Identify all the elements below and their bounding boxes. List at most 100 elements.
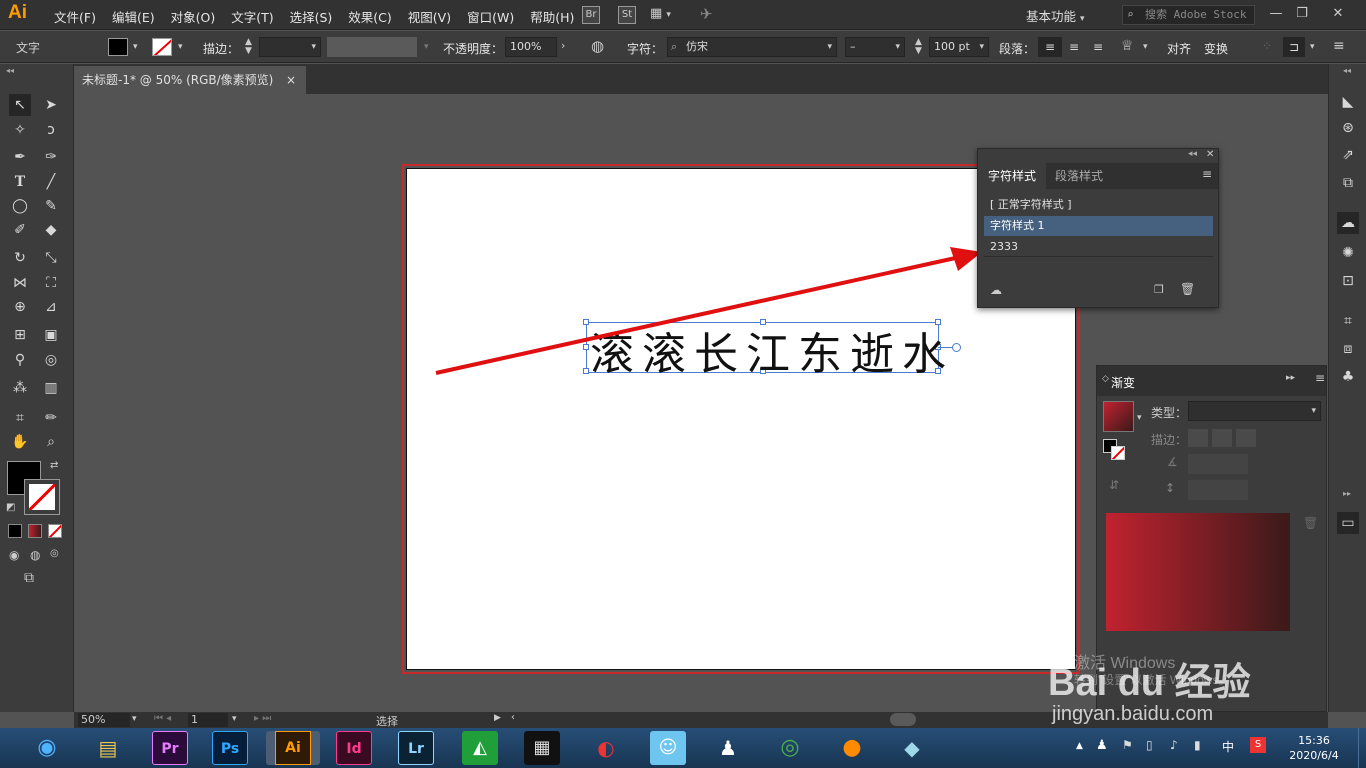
indesign-taskbar-icon[interactable]: Id bbox=[336, 731, 372, 765]
opacity-field[interactable]: 100% bbox=[505, 37, 557, 57]
fill-swatch[interactable] bbox=[108, 38, 128, 56]
pathfinder-panel-icon[interactable]: ⧈ bbox=[1337, 338, 1359, 360]
gradient-type-select[interactable]: ▾ bbox=[1188, 401, 1321, 421]
opacity-arrow-icon[interactable]: › bbox=[561, 39, 565, 52]
gradient-panel-menu-icon[interactable]: ≡ bbox=[1315, 371, 1325, 385]
brush-definition-field[interactable] bbox=[327, 37, 417, 57]
curvature-tool-icon[interactable]: ✑ bbox=[40, 146, 62, 168]
draw-behind-icon[interactable]: ◍ bbox=[30, 548, 40, 562]
zoom-dropdown-icon[interactable]: ▾ bbox=[132, 714, 137, 724]
start-button[interactable]: ◉ bbox=[24, 731, 70, 765]
bridge-button[interactable]: Br bbox=[582, 6, 600, 24]
angle-field[interactable] bbox=[1188, 454, 1248, 474]
color-mode-button[interactable] bbox=[8, 524, 22, 538]
gradient-preset-dropdown-icon[interactable]: ▾ bbox=[1137, 413, 1142, 423]
stroke-indicator[interactable] bbox=[1111, 446, 1125, 460]
panel-forward-icon[interactable]: ▸▸ bbox=[1286, 373, 1295, 383]
font-size-stepper[interactable]: ▲ ▼ bbox=[915, 38, 922, 56]
qq-icon[interactable]: ♟ bbox=[710, 731, 746, 765]
sogou-input-icon[interactable]: S bbox=[1250, 737, 1266, 753]
stroke-along-button[interactable] bbox=[1212, 429, 1232, 447]
align-panel-icon[interactable]: ⌗ bbox=[1337, 310, 1359, 332]
style-item-normal[interactable]: [ 正常字符样式 ] bbox=[984, 195, 1213, 215]
menu-type[interactable]: 文字(T) bbox=[223, 7, 281, 26]
shape-builder-tool-icon[interactable]: ⊕ bbox=[9, 296, 31, 318]
tray-flag-icon[interactable]: ⚑ bbox=[1122, 738, 1133, 752]
stroke-weight-field[interactable]: ▾ bbox=[259, 37, 321, 57]
shaper-tool-icon[interactable]: ✐ bbox=[9, 219, 31, 241]
stock-button[interactable]: St bbox=[618, 6, 636, 24]
menu-file[interactable]: 文件(F) bbox=[46, 7, 104, 26]
panel-menu-icon[interactable]: ≡ bbox=[1202, 167, 1212, 181]
new-style-icon[interactable]: ❐ bbox=[1154, 283, 1164, 296]
stroke-across-button[interactable] bbox=[1236, 429, 1256, 447]
tray-expand-icon[interactable]: ▲ bbox=[1076, 741, 1083, 751]
menu-select[interactable]: 选择(S) bbox=[282, 7, 341, 26]
photoshop-taskbar-icon[interactable]: Ps bbox=[212, 731, 248, 765]
brush-dropdown-icon[interactable]: ▾ bbox=[424, 42, 429, 52]
video-editor-icon[interactable]: ▦ bbox=[524, 731, 560, 765]
first-page-icon[interactable]: ⏮ ◂ bbox=[154, 713, 171, 724]
collapse-tools-icon[interactable]: ◂◂ bbox=[6, 66, 14, 75]
panel-options-icon[interactable]: ⊐ bbox=[1283, 37, 1305, 57]
menu-effect[interactable]: 效果(C) bbox=[340, 7, 399, 26]
stroke-swatch[interactable] bbox=[152, 38, 172, 56]
screen-mode-icon[interactable]: ⧉ bbox=[24, 570, 34, 586]
scale-tool-icon[interactable]: ⤡ bbox=[40, 247, 62, 269]
last-page-icon[interactable]: ▸ ⏭ bbox=[254, 713, 271, 724]
arrange-documents-icon[interactable]: ▦ ▾ bbox=[650, 6, 684, 24]
style-item-2333[interactable]: 2333 bbox=[984, 237, 1213, 257]
aspect-ratio-field[interactable] bbox=[1188, 480, 1248, 500]
magic-wand-tool-icon[interactable]: ✧ bbox=[9, 119, 31, 141]
artboards-panel-icon[interactable]: ⧉ bbox=[1337, 172, 1359, 194]
font-size-field[interactable]: 100 pt ▾ bbox=[929, 37, 989, 57]
show-desktop-button[interactable] bbox=[1358, 728, 1366, 768]
line-tool-icon[interactable]: ╱ bbox=[40, 171, 62, 193]
align-center-button[interactable]: ≡ bbox=[1064, 37, 1084, 57]
swap-colors-icon[interactable]: ⇄ bbox=[50, 460, 58, 471]
align-right-button[interactable]: ≡ bbox=[1088, 37, 1108, 57]
lasso-tool-icon[interactable]: ↄ bbox=[40, 119, 62, 141]
free-transform-tool-icon[interactable]: ⛶ bbox=[40, 272, 62, 294]
type-tool-icon[interactable]: T bbox=[9, 171, 31, 193]
tray-battery-icon[interactable]: ▯ bbox=[1146, 738, 1153, 752]
glyphs-icon[interactable]: ♕ bbox=[1121, 38, 1134, 54]
gpu-performance-icon[interactable]: ✈ bbox=[700, 5, 713, 23]
eraser-app-icon[interactable]: ◆ bbox=[894, 731, 930, 765]
stroke-dropdown-icon[interactable]: ▾ bbox=[178, 42, 183, 52]
lightroom-taskbar-icon[interactable]: Lr bbox=[398, 731, 434, 765]
pen-tool-icon[interactable]: ✒ bbox=[9, 146, 31, 168]
blend-tool-icon[interactable]: ◎ bbox=[40, 349, 62, 371]
reverse-gradient-icon[interactable]: ⇵ bbox=[1109, 478, 1119, 492]
chat-app-icon[interactable]: ☺ bbox=[650, 731, 686, 765]
zoom-field[interactable]: 50% bbox=[78, 713, 130, 727]
eyedropper-tool-icon[interactable]: ⚲ bbox=[9, 349, 31, 371]
align-button[interactable]: 对齐 bbox=[1167, 40, 1191, 57]
document-close-icon[interactable]: × bbox=[286, 66, 296, 94]
direct-selection-tool-icon[interactable]: ➤ bbox=[40, 94, 62, 116]
document-tab[interactable]: 未标题-1* @ 50% (RGB/像素预览) × bbox=[74, 66, 306, 94]
fill-dropdown-icon[interactable]: ▾ bbox=[133, 42, 138, 52]
ime-indicator[interactable]: 中 bbox=[1222, 738, 1234, 755]
properties-panel-icon[interactable]: ◣ bbox=[1337, 91, 1359, 113]
symbol-sprayer-tool-icon[interactable]: ⁂ bbox=[9, 377, 31, 399]
status-menu-icon[interactable]: ▶ bbox=[494, 713, 501, 723]
selection-tool-icon[interactable]: ↖ bbox=[9, 94, 31, 116]
gradient-panel-icon[interactable]: ▭ bbox=[1337, 512, 1359, 534]
stroke-within-button[interactable] bbox=[1188, 429, 1208, 447]
tab-character-styles[interactable]: 字符样式 bbox=[978, 163, 1047, 189]
stroke-color-swatch[interactable] bbox=[24, 479, 60, 515]
draw-normal-icon[interactable]: ◉ bbox=[9, 548, 19, 562]
transform-button[interactable]: 变换 bbox=[1204, 40, 1228, 57]
column-graph-tool-icon[interactable]: ▥ bbox=[40, 377, 62, 399]
kingsoft-icon[interactable]: ◐ bbox=[588, 731, 624, 765]
tray-volume-icon[interactable]: ♪ bbox=[1170, 738, 1178, 752]
perspective-grid-tool-icon[interactable]: ⊿ bbox=[40, 296, 62, 318]
draw-inside-icon[interactable]: ◎ bbox=[50, 548, 59, 559]
slice-tool-icon[interactable]: ✏ bbox=[40, 407, 62, 429]
ellipse-tool-icon[interactable]: ◯ bbox=[9, 195, 31, 217]
tray-network-icon[interactable]: ▮ bbox=[1194, 738, 1201, 752]
green-app-icon[interactable]: ◭ bbox=[462, 731, 498, 765]
appearance-panel-icon[interactable]: ✺ bbox=[1337, 242, 1359, 264]
rotate-tool-icon[interactable]: ↻ bbox=[9, 247, 31, 269]
